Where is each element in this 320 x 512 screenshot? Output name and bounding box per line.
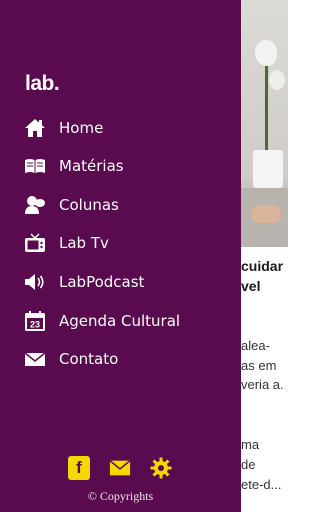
article-body-line: ma bbox=[241, 437, 260, 452]
menu-label: Agenda Cultural bbox=[59, 312, 181, 330]
book-icon bbox=[24, 155, 46, 177]
article-body-line: de bbox=[241, 457, 256, 472]
article-headline-line1: cuidar bbox=[241, 258, 284, 274]
menu-item-materias[interactable]: Matérias bbox=[24, 151, 234, 181]
calendar-icon: 23 bbox=[24, 310, 46, 332]
menu-label: Contato bbox=[59, 350, 119, 368]
home-icon bbox=[24, 117, 46, 139]
social-icons: f bbox=[0, 456, 241, 484]
settings-gear-icon[interactable] bbox=[150, 456, 172, 480]
menu-item-agenda-cultural[interactable]: 23 Agenda Cultural bbox=[24, 306, 234, 336]
envelope-icon bbox=[24, 348, 46, 370]
copyright-text: © Copyrights bbox=[87, 489, 154, 503]
mail-icon[interactable] bbox=[109, 456, 131, 480]
article-body-line: ete-d... bbox=[241, 477, 282, 492]
menu-item-lab-tv[interactable]: Lab Tv bbox=[24, 228, 234, 258]
article-headline-line2: vel bbox=[241, 278, 261, 294]
article-body-line: as em bbox=[241, 358, 277, 373]
article-photo bbox=[241, 0, 288, 247]
menu-item-contato[interactable]: Contato bbox=[24, 344, 234, 374]
menu-label: Home bbox=[59, 119, 104, 137]
menu-label: Lab Tv bbox=[59, 234, 109, 252]
article-body-line: veria a. bbox=[241, 377, 284, 392]
tv-icon bbox=[24, 232, 46, 254]
menu-label: Colunas bbox=[59, 196, 119, 214]
menu-item-labpodcast[interactable]: LabPodcast bbox=[24, 267, 234, 297]
article-body-line: alea- bbox=[241, 338, 270, 353]
calendar-day: 23 bbox=[30, 320, 40, 330]
facebook-icon[interactable]: f bbox=[68, 456, 90, 480]
menu-label: LabPodcast bbox=[59, 273, 145, 291]
menu-label: Matérias bbox=[59, 157, 124, 175]
navigation-drawer: lab. Home Matérias Colunas Lab Tv LabPod… bbox=[0, 0, 241, 512]
menu-item-home[interactable]: Home bbox=[24, 113, 234, 143]
speaker-icon bbox=[24, 271, 46, 293]
app-logo: lab. bbox=[25, 72, 60, 95]
menu-item-colunas[interactable]: Colunas bbox=[24, 190, 234, 220]
people-icon bbox=[24, 194, 46, 216]
